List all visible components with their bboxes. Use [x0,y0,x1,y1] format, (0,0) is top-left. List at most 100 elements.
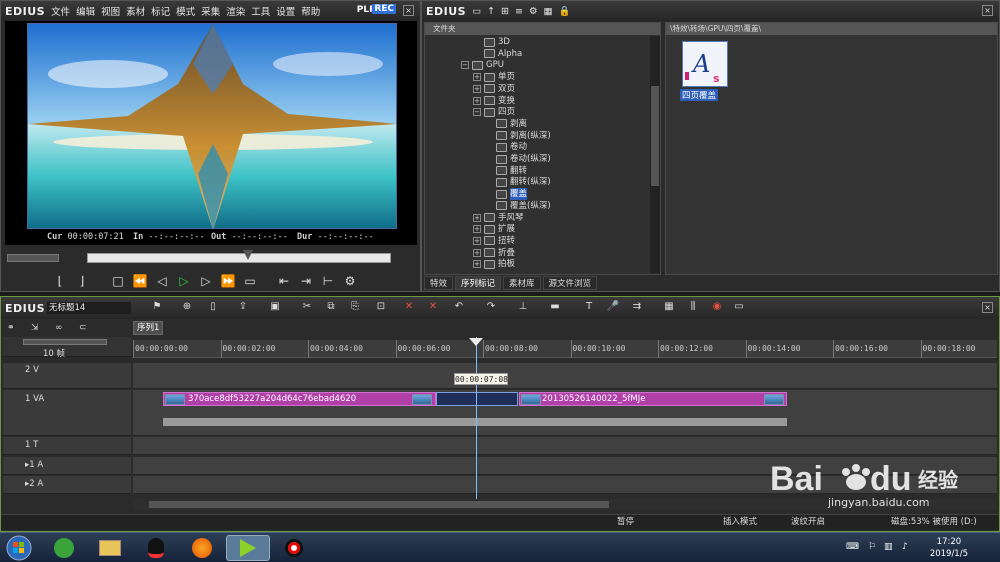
track-lane-2v[interactable] [133,363,997,389]
menu-edit[interactable]: 编辑 [76,4,95,18]
taskbar-qq[interactable] [134,535,178,561]
timeline-close-icon[interactable]: × [982,302,993,313]
tab-effects[interactable]: 特效 [424,276,454,290]
new-folder-icon[interactable]: ⊞ [501,6,509,17]
set-out-icon[interactable]: ⌋ [71,272,93,290]
save-icon[interactable]: ▣ [267,301,283,315]
play-icon[interactable]: ▷ [173,272,195,290]
effect-label[interactable]: 四页覆盖 [680,89,719,101]
clock[interactable]: 17:20 2019/1/5 [930,536,968,560]
expand-icon[interactable]: + [473,260,481,269]
stop-icon[interactable]: □ [107,272,129,290]
marker-icon[interactable]: ◉ [709,301,725,315]
keyboard-icon[interactable]: ⌨ [846,542,859,552]
grid-icon[interactable]: ▦ [661,301,677,315]
menu-file[interactable]: 文件 [51,4,70,18]
new-project-icon[interactable]: ⊕ [179,301,195,315]
audio-clip-bar[interactable] [163,418,787,426]
tree-item[interactable]: − 四页 [473,106,515,118]
properties-icon[interactable]: ⚙ [529,6,538,17]
paste-icon[interactable]: ⎘ [347,301,363,315]
project-name-field[interactable]: 无标题14 [47,302,131,314]
insert-to-timeline-icon[interactable]: ⇤ [273,272,295,290]
expand-icon[interactable]: + [473,248,481,257]
link-icon[interactable]: ⚭ [7,323,15,333]
sync-icon[interactable]: ∞ [55,323,63,333]
tab-sequence-1[interactable]: 序列1 [133,321,163,335]
mic-icon[interactable]: 🎤 [605,301,621,315]
bin-close-icon[interactable]: × [982,5,993,16]
shuttle-slider[interactable] [7,254,59,262]
position-marker[interactable] [243,250,253,260]
expand-icon[interactable]: + [473,96,481,105]
mode-icon[interactable]: ⚑ [149,301,165,315]
track-header-2v[interactable]: 2 V [3,363,131,389]
tree-item[interactable]: + 变换 [473,95,515,107]
tree-scrollbar[interactable] [650,36,660,273]
folder-icon[interactable]: ▭ [472,6,481,17]
step-back-icon[interactable]: ◁ [151,272,173,290]
tab-asset-library[interactable]: 素材库 [503,276,541,290]
track-lane-1va[interactable]: 370ace8df53227a204d64c76ebad4620 2013052… [133,390,997,436]
filter-icon[interactable]: ≡ [515,6,523,17]
rec-toggle[interactable]: REC [372,4,396,14]
expand-icon[interactable]: + [473,84,481,93]
tree-item[interactable]: + 双页 [473,83,515,95]
tree-item[interactable]: 3D [473,36,510,48]
tab-source-browser[interactable]: 源文件浏览 [542,276,598,290]
tree-item[interactable]: 翻转 [485,165,527,177]
menu-render[interactable]: 渲染 [226,4,245,18]
status-insert-mode[interactable]: 插入模式 [723,515,757,530]
tree-item[interactable]: + 扩展 [473,223,515,235]
cut-icon[interactable]: ✂ [299,301,315,315]
tree-item[interactable]: + 单页 [473,71,515,83]
collapse-icon[interactable]: − [461,61,469,70]
position-bar[interactable] [87,253,391,263]
fast-forward-icon[interactable]: ⏩ [217,272,239,290]
expand-icon[interactable]: + [473,213,481,222]
menu-help[interactable]: 帮助 [301,4,320,18]
tree-item[interactable]: + 折叠 [473,247,515,259]
status-ripple[interactable]: 波纹开启 [791,515,825,530]
delete-icon[interactable]: ✕ [401,301,417,315]
effect-thumbnail[interactable]: A s [682,41,728,87]
taskbar-explorer[interactable] [88,535,132,561]
track-header-1a[interactable]: ▸1 A [3,457,131,475]
view-mode-icon[interactable]: ▦ [544,6,553,17]
tree-item[interactable]: + 拍板 [473,258,515,270]
set-in-icon[interactable]: ⌊ [49,272,71,290]
redo-icon[interactable]: ↷ [483,301,499,315]
rewind-icon[interactable]: ⏪ [129,272,151,290]
tree-item[interactable]: 卷动(纵深) [485,153,551,165]
tree-item[interactable]: − GPU [461,59,504,71]
add-cut-icon[interactable]: ⊥ [515,301,531,315]
transition-icon[interactable]: ▬ [547,301,563,315]
mixer-icon[interactable]: ⫼ [685,301,701,315]
track-header-1va[interactable]: 1 VA [3,390,131,436]
start-button[interactable] [2,535,36,561]
close-icon[interactable]: × [403,5,414,16]
tab-sequence-markers[interactable]: 序列标记 [455,276,502,290]
up-folder-icon[interactable]: ↑ [487,6,495,17]
playhead-line[interactable] [476,337,477,501]
flag-icon[interactable]: ⚐ [868,542,876,552]
clip-a[interactable]: 370ace8df53227a204d64c76ebad4620 [163,392,436,406]
tree-item[interactable]: 覆盖(纵深) [485,200,551,212]
open-icon[interactable]: ⇪ [235,301,251,315]
taskbar-edius[interactable] [226,535,270,561]
zoom-slider[interactable] [23,339,107,345]
tree-item[interactable]: + 手风琴 [473,212,524,224]
undo-icon[interactable]: ↶ [451,301,467,315]
track-lane-2a[interactable] [133,476,997,494]
timeline-scrollbar[interactable] [133,499,997,510]
track-header-2a[interactable]: ▸2 A [3,476,131,494]
tree-item[interactable]: 覆盖 [485,188,528,201]
track-header-1t[interactable]: 1 T [3,437,131,455]
menu-settings[interactable]: 设置 [276,4,295,18]
menu-clip[interactable]: 素材 [126,4,145,18]
taskbar-browser-green[interactable] [42,535,86,561]
network-icon[interactable]: ▥ [884,542,893,552]
menu-mode[interactable]: 模式 [176,4,195,18]
tree-item[interactable]: + 扭转 [473,235,515,247]
menu-tools[interactable]: 工具 [251,4,270,18]
